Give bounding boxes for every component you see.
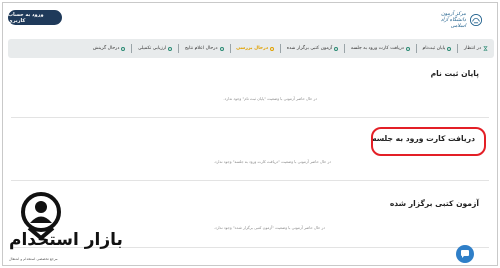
status-nav: در انتظار پایان ثبت‌نام دریافت کارت ورود…	[8, 39, 494, 58]
nav-item-waiting[interactable]: در انتظار	[464, 46, 488, 51]
nav-divider	[280, 44, 281, 53]
nav-label: درحال بررسی	[236, 46, 269, 51]
watermark-logo-icon	[21, 192, 61, 241]
nav-divider	[178, 44, 179, 53]
site-logo[interactable]: مرکز آزمون دانشگاه آزاد اسلامی	[433, 9, 483, 31]
nav-item-entry-card[interactable]: دریافت کارت ورود به جلسه	[351, 46, 410, 51]
section-divider	[11, 180, 489, 181]
section-note-registration-end: در حال حاضر آزمونی با وضعیت "پایان ثبت ن…	[223, 96, 317, 101]
logo-icon	[469, 13, 483, 27]
nav-divider	[415, 44, 417, 53]
nav-label: ارزیابی تکمیلی	[138, 46, 167, 51]
section-note-entry-card: در حال حاضر آزمونی با وضعیت "دریافت کارت…	[213, 159, 331, 164]
nav-divider	[229, 44, 231, 53]
nav-label: آزمون کتبی برگزار شده	[286, 46, 333, 51]
review-icon	[270, 46, 275, 51]
nav-item-results[interactable]: درحال اعلام نتایج	[185, 46, 224, 51]
evaluation-icon	[168, 46, 173, 51]
login-button[interactable]: ورود به حساب کاربری	[8, 10, 62, 25]
section-title-exam-held: آزمون کتبی برگزار شده	[389, 199, 479, 208]
nav-label: دریافت کارت ورود به جلسه	[350, 46, 404, 51]
nav-item-registration-end[interactable]: پایان ثبت‌نام	[422, 46, 452, 51]
nav-item-selection[interactable]: درحال گزینش	[93, 46, 126, 51]
nav-label: پایان ثبت‌نام	[422, 46, 446, 51]
top-bar: ورود به حساب کاربری مرکز آزمون دانشگاه آ…	[3, 3, 497, 37]
hourglass-icon	[483, 46, 488, 51]
status-dot-icon	[447, 46, 452, 51]
chat-button[interactable]	[456, 245, 474, 263]
logo-text-line2: دانشگاه آزاد اسلامی	[440, 17, 466, 29]
logo-text: مرکز آزمون دانشگاه آزاد اسلامی	[433, 11, 466, 29]
nav-label: در انتظار	[463, 46, 481, 51]
section-divider	[11, 117, 489, 118]
nav-label: درحال گزینش	[92, 46, 120, 51]
nav-label: درحال اعلام نتایج	[184, 46, 218, 51]
nav-item-reviewing[interactable]: درحال بررسی	[236, 46, 275, 51]
highlight-annotation	[371, 127, 486, 156]
card-icon	[405, 46, 410, 51]
chat-icon	[461, 250, 469, 258]
nav-divider	[457, 44, 458, 53]
selection-icon	[121, 46, 126, 51]
watermark-subtext: مرجع تخصصی استخدام و اشتغال	[9, 257, 58, 261]
nav-divider	[344, 44, 345, 53]
section-note-exam-held: در حال حاضر آزمونی با وضعیت "آزمون کتبی …	[213, 225, 325, 230]
section-title-registration-end: پایان ثبت نام	[430, 69, 479, 78]
nav-item-evaluation[interactable]: ارزیابی تکمیلی	[138, 46, 173, 51]
nav-divider	[131, 44, 133, 53]
exam-icon	[334, 46, 339, 51]
browser-frame: ورود به حساب کاربری مرکز آزمون دانشگاه آ…	[2, 2, 498, 266]
watermark-text: بازار استخدام	[9, 230, 123, 250]
results-icon	[219, 46, 224, 51]
nav-item-exam-held[interactable]: آزمون کتبی برگزار شده	[287, 46, 339, 51]
